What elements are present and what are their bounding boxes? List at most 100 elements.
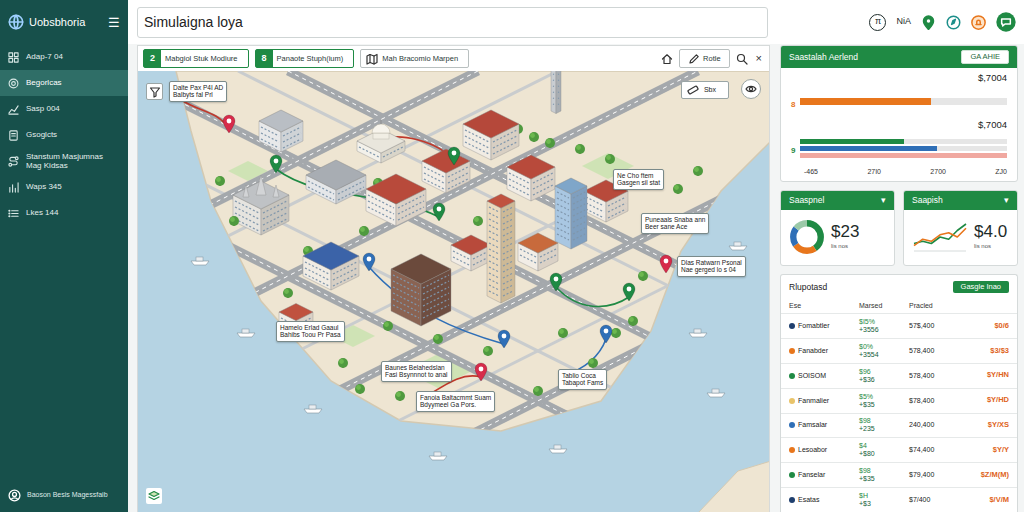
- table-row[interactable]: Fanmalier$5%+$35$78,400$Y/HD: [781, 388, 1017, 413]
- summary-button[interactable]: GA AHIE: [961, 50, 1009, 64]
- gauge-segment: [793, 224, 821, 252]
- map-callout[interactable]: Hamelo Erlad GaaulBahibs Toou Pr Pasa: [276, 321, 345, 342]
- stat-header[interactable]: Saaspnel▾: [781, 191, 894, 210]
- row-name-cell: Fanabder: [789, 347, 855, 355]
- tree: [673, 184, 683, 194]
- status-dot: [789, 447, 795, 453]
- row-change: $/V/M: [971, 496, 1009, 505]
- map-pin[interactable]: [622, 279, 636, 299]
- road: [318, 174, 769, 401]
- status-dot: [789, 398, 795, 404]
- summary-chart: $,70048$,70049-46527I02700ZJ0: [781, 68, 1017, 181]
- sidebar-item[interactable]: Lkes 144: [0, 200, 128, 226]
- bar-fill: [800, 146, 936, 151]
- map-callout[interactable]: Tablio CocaTabapot Fams: [558, 369, 607, 390]
- report-button[interactable]: Gasgle Inao: [953, 281, 1009, 293]
- map[interactable]: Dalte Pax P4I ADBalbyts fal Prl Ne Cho ft…: [138, 71, 769, 512]
- map-tab[interactable]: 2Mabgiol Stuk Modiure: [143, 49, 249, 68]
- map-pin[interactable]: [599, 321, 613, 341]
- map-pin[interactable]: [447, 143, 461, 163]
- map-tab[interactable]: 8Panaote Stuph(ium): [255, 49, 355, 68]
- summary-title: Saastalah Aerlend: [789, 51, 858, 64]
- axis-tick: ZJ0: [995, 167, 1007, 178]
- view-button[interactable]: [741, 79, 761, 99]
- callout-line: Hamelo Erlad Gaaul: [280, 324, 341, 331]
- building: [233, 175, 289, 235]
- boat: [237, 329, 255, 337]
- road: [288, 71, 769, 312]
- map-callout[interactable]: Dalte Pax P4I ADBalbyts fal Prl: [169, 81, 227, 102]
- row-marsed: $98: [859, 417, 905, 425]
- table-row[interactable]: Fomabtler$I5%+355657$,400$0/6: [781, 313, 1017, 338]
- avatar[interactable]: π: [869, 14, 886, 31]
- map-pin[interactable]: [269, 151, 283, 171]
- row-change: $Y/XS: [971, 421, 1009, 430]
- sidebar-item[interactable]: Begorlcas: [0, 70, 128, 96]
- right-panel: Saastalah Aerlend GA AHIE $,70048$,70049-4…: [780, 45, 1018, 512]
- search-icon[interactable]: [736, 53, 748, 65]
- tree: [693, 166, 703, 176]
- main-area: π NiA 2Mabgiol Stuk Modiure 8Panaote Stuph…: [128, 0, 1024, 512]
- row-change: $3/$3: [971, 347, 1009, 356]
- chat-icon[interactable]: [996, 12, 1016, 32]
- building: [551, 71, 561, 114]
- map-callout[interactable]: Dlas Ratwarn PsonalNae gerged lo s 04: [677, 256, 746, 277]
- filter-button[interactable]: [146, 83, 163, 100]
- map-tab[interactable]: Mah Bracomio Marpen: [360, 49, 469, 68]
- sidebar-item[interactable]: Gsoglcts: [0, 122, 128, 148]
- table-row[interactable]: SOISOM$96+$36578,400$Y/HN: [781, 363, 1017, 388]
- map-pin[interactable]: [549, 269, 563, 289]
- notification-icon[interactable]: [971, 15, 986, 30]
- row-marsed-cell: $I5%+3556: [859, 318, 905, 334]
- edit-button[interactable]: Rotle: [679, 49, 730, 68]
- stat-caret[interactable]: ▾: [881, 194, 886, 207]
- row-change: $Y/HN: [971, 371, 1009, 380]
- home-icon[interactable]: [661, 53, 673, 65]
- sidebar-item[interactable]: Adap-7 04: [0, 44, 128, 70]
- table-row[interactable]: Lesoabor$4+$80$74,400$Y/Y: [781, 437, 1017, 462]
- report-card: RlupotasdGasgle InaoEseMarsedPracledFoma…: [780, 274, 1018, 512]
- compass-icon[interactable]: [946, 15, 961, 30]
- map-view-control[interactable]: Sbx: [681, 81, 729, 99]
- row-change: $Y/HD: [971, 396, 1009, 405]
- map-pin[interactable]: [497, 326, 511, 346]
- bar-stack: [800, 139, 1007, 158]
- sidebar-footer[interactable]: Baoson Besis Magessfaib: [0, 481, 128, 512]
- map-callout[interactable]: Ne Cho ftemGasgen sil stat: [613, 169, 664, 190]
- map-callout[interactable]: Fanoia Baltacmmt SuamBdyymeel Ga Pors.: [416, 391, 495, 412]
- map-pin[interactable]: [659, 251, 673, 271]
- sidebar-item[interactable]: Sasp 004: [0, 96, 128, 122]
- row-name-cell: Famsalar: [789, 421, 855, 429]
- table-row[interactable]: Fanabder$0%+3554578,400$3/$3: [781, 338, 1017, 363]
- row-marsed: +$36: [859, 376, 905, 384]
- column-header: Ese: [789, 301, 855, 312]
- row-name-cell: SOISOM: [789, 372, 855, 380]
- map-callout[interactable]: Puneaals Snaba annBeer sane Ace: [641, 213, 709, 234]
- layers-button[interactable]: [146, 488, 162, 504]
- map-pin[interactable]: [362, 249, 376, 269]
- callout-line: Balbyts fal Prl: [173, 91, 223, 98]
- row-marsed: +235: [859, 425, 905, 433]
- map-pin[interactable]: [432, 199, 446, 219]
- menu-button[interactable]: ☰: [108, 16, 120, 29]
- table-row[interactable]: Esatas$H+$3$7/400$/V/M: [781, 487, 1017, 512]
- bar-chart-icon: [8, 182, 19, 193]
- map-pin[interactable]: [222, 111, 236, 131]
- search-field[interactable]: [137, 7, 768, 38]
- user-name[interactable]: NiA: [896, 15, 911, 29]
- stat-header[interactable]: Saapish▾: [904, 191, 1017, 210]
- row-marsed-cell: $5%+$35: [859, 393, 905, 409]
- top-bar: π NiA: [128, 0, 1024, 44]
- stat-caret[interactable]: ▾: [1004, 194, 1009, 207]
- close-button[interactable]: ×: [754, 53, 764, 64]
- map-callout[interactable]: Baunes BelahedslanFasi Bsynnnot to anal: [381, 361, 452, 382]
- map-pin[interactable]: [474, 359, 488, 379]
- table-row[interactable]: Famsalar$98+235240,400$Y/XS: [781, 413, 1017, 438]
- building: [422, 149, 470, 193]
- sidebar-item[interactable]: Waps 345: [0, 174, 128, 200]
- table-row[interactable]: Fanselar$98+$35$79,400$Z/M(M): [781, 462, 1017, 487]
- app-window: Uobsbhoria☰Adap-7 04BegorlcasSasp 004Gso…: [0, 0, 1024, 512]
- map-panel: 2Mabgiol Stuk Modiure 8Panaote Stuph(ium)…: [137, 45, 770, 512]
- location-pin-icon[interactable]: [921, 15, 936, 30]
- sidebar-item[interactable]: Stanstum Masjumnas Mag Kidsas: [0, 148, 128, 174]
